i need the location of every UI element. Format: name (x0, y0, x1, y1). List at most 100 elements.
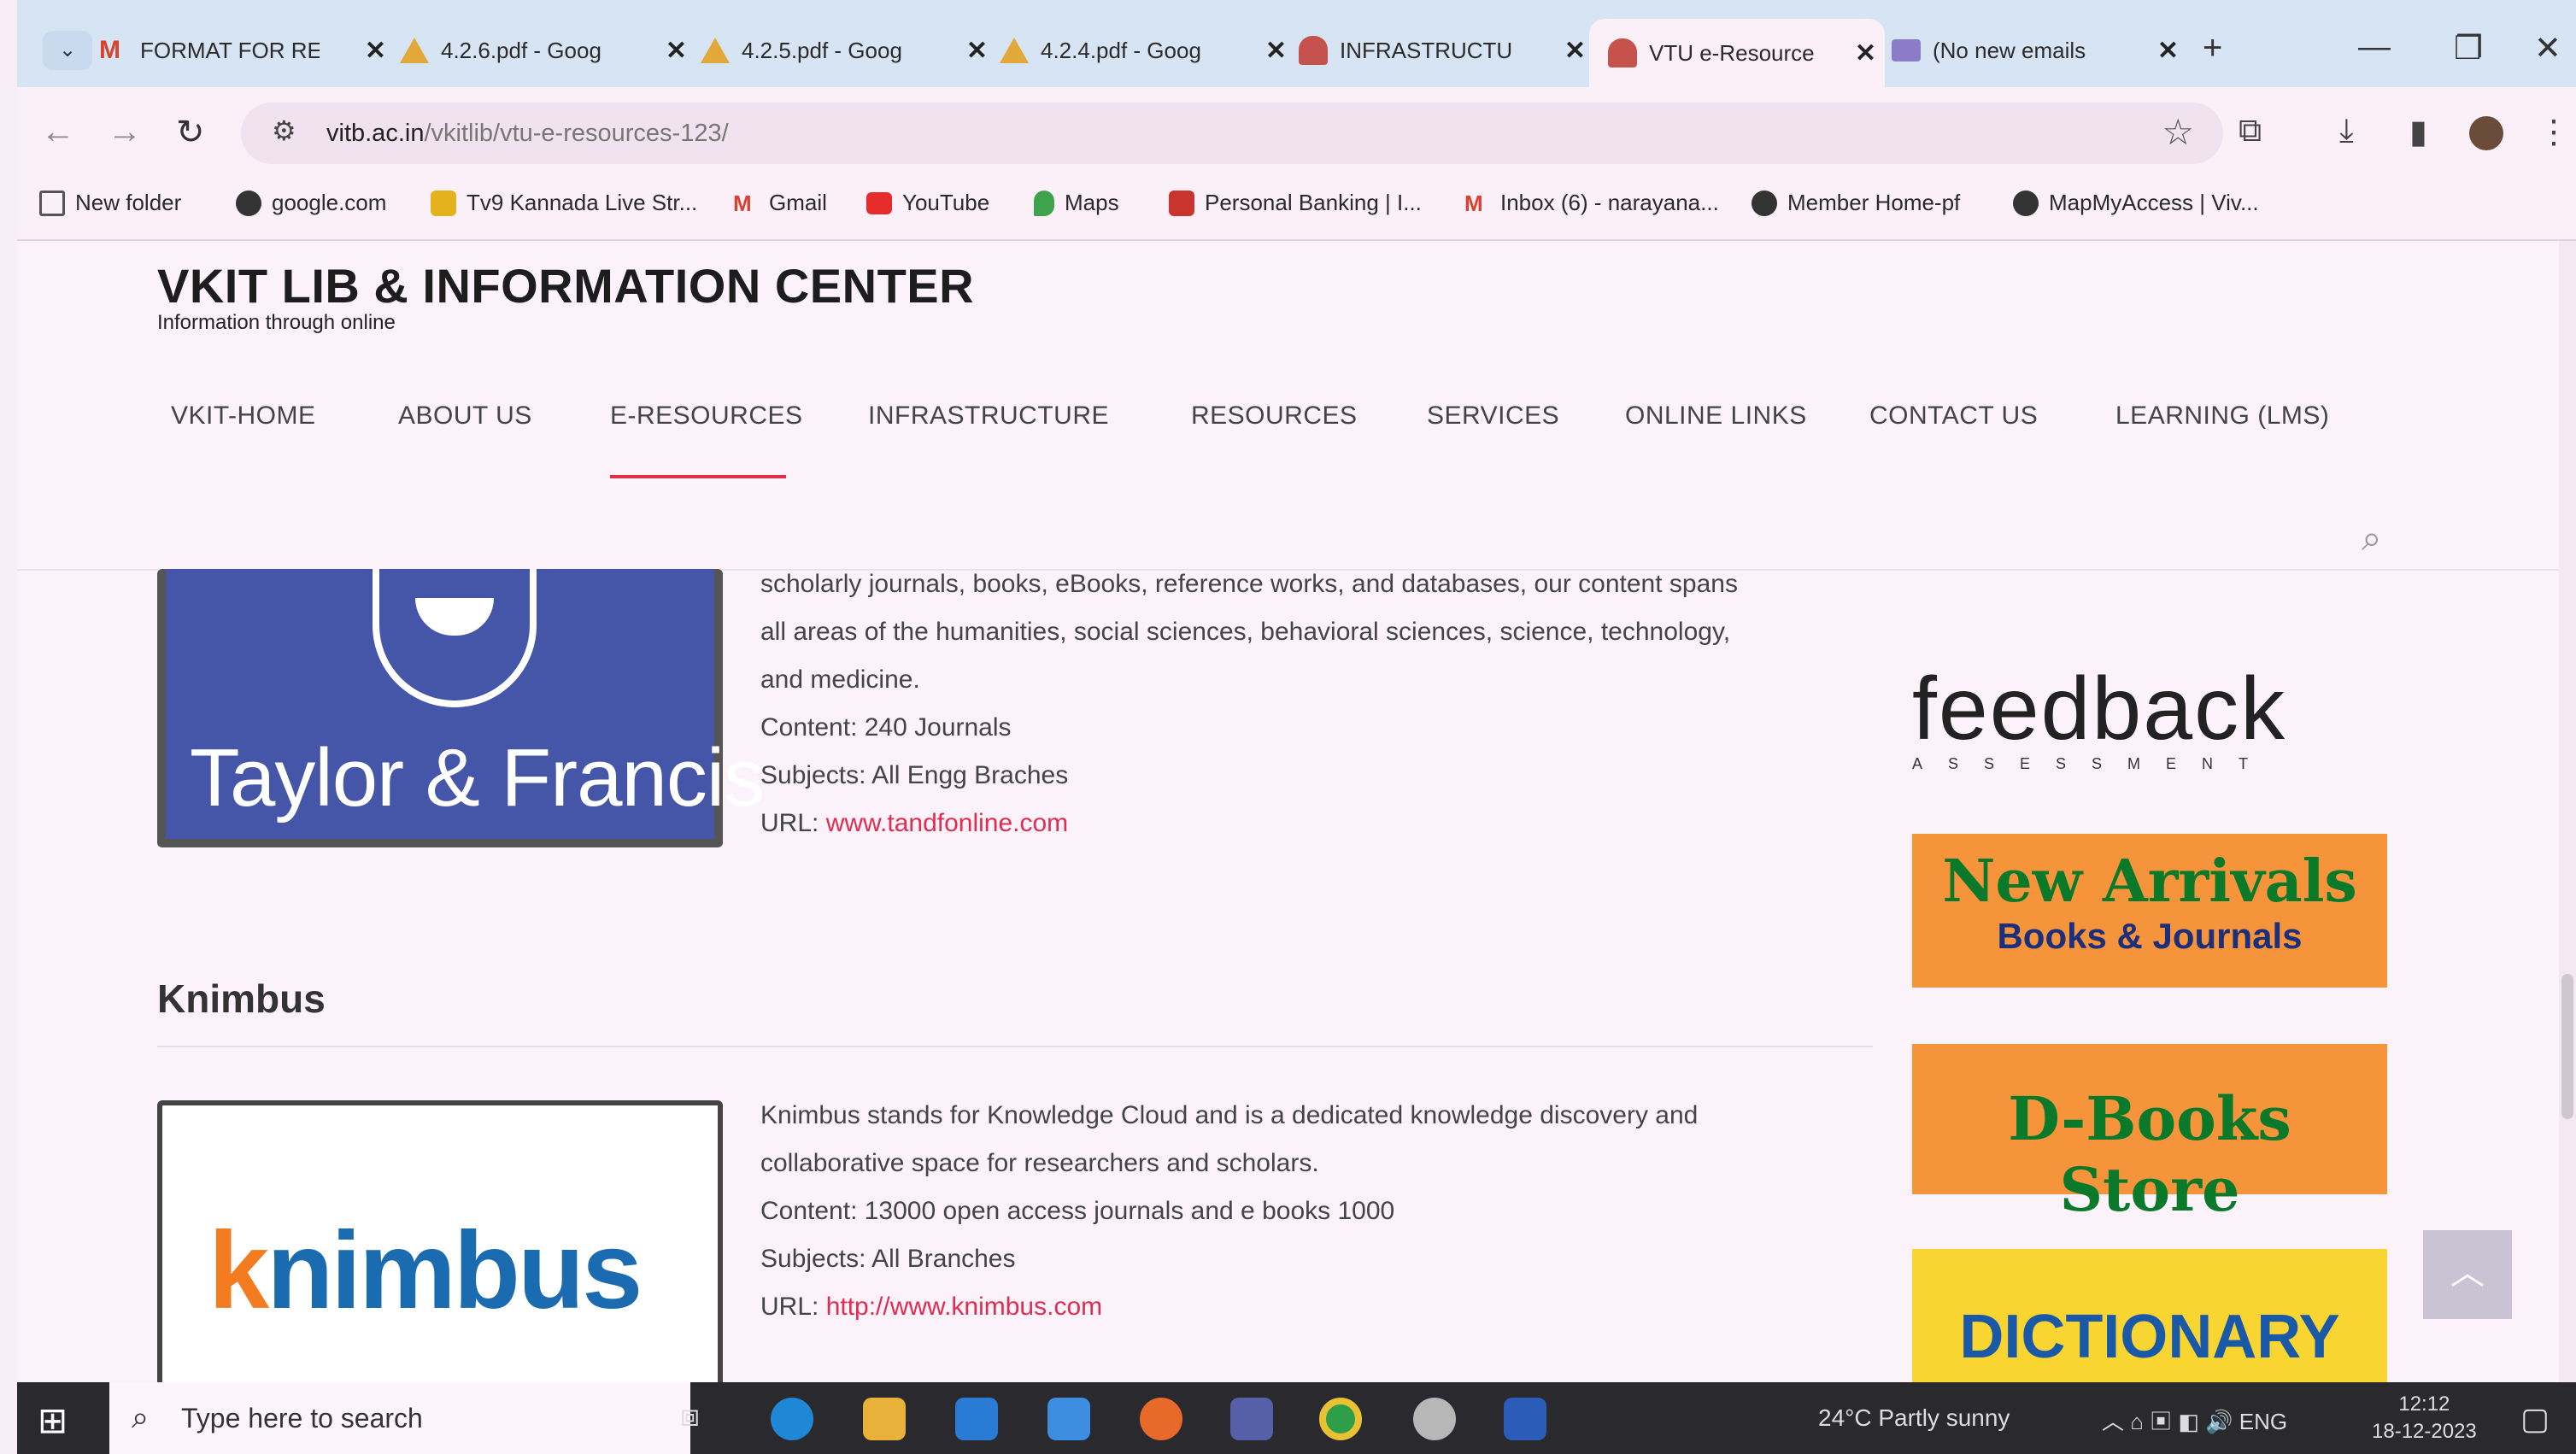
tab-strip: ⌄ M FORMAT FOR RE ✕ 4.2.6.pdf - Goog ✕ 4… (17, 0, 2576, 87)
menu-item-lms[interactable]: LEARNING (LMS) (2115, 402, 2329, 431)
bookmark-member-home[interactable]: Member Home-pf (1752, 190, 1960, 216)
tab-label: (No new emails (1933, 37, 2086, 63)
site-tagline: Information through online (157, 311, 396, 334)
menu-item-infrastructure[interactable]: INFRASTRUCTURE (868, 402, 1109, 431)
extensions-icon[interactable]: ⧉ (2239, 113, 2262, 150)
tab-label: 4.2.4.pdf - Goog (1041, 37, 1201, 63)
d-books-banner[interactable]: D-Books Store (1912, 1044, 2387, 1225)
bookmark-youtube[interactable]: YouTube (866, 190, 989, 216)
clock[interactable]: 12:12 18-12-2023 (2372, 1391, 2477, 1445)
menu-item-contact[interactable]: CONTACT US (1869, 402, 2038, 431)
bookmark-tv9[interactable]: Tv9 Kannada Live Str... (431, 190, 697, 216)
close-icon[interactable]: ✕ (966, 36, 988, 66)
scrollbar[interactable] (2559, 241, 2576, 1382)
windows-start-icon[interactable]: ⊞ (38, 1399, 67, 1441)
menu-item-online-links[interactable]: ONLINE LINKS (1625, 402, 1807, 431)
close-icon[interactable]: ✕ (1855, 38, 1876, 68)
reload-icon[interactable]: ↻ (176, 113, 205, 152)
bookmark-maps[interactable]: Maps (1034, 190, 1119, 216)
close-icon[interactable]: ✕ (1564, 36, 1586, 66)
chrome-icon[interactable] (1319, 1398, 1362, 1440)
store-icon[interactable] (955, 1398, 998, 1440)
logo-rest: nimbus (267, 1210, 643, 1332)
restore-button[interactable]: ❐ (2454, 29, 2483, 67)
tab-1[interactable]: 4.2.6.pdf - Goog ✕ (400, 24, 695, 77)
scrollbar-thumb[interactable] (2561, 974, 2573, 1119)
tab-3[interactable]: 4.2.4.pdf - Goog ✕ (1000, 24, 1295, 77)
bookmark-gmail[interactable]: M Gmail (733, 190, 827, 216)
url-text: vitb.ac.in/vkitlib/vtu-e-resources-123/ (326, 120, 729, 148)
tf-url-link[interactable]: www.tandfonline.com (826, 809, 1068, 837)
knimbus-url-link[interactable]: http://www.knimbus.com (826, 1293, 1102, 1321)
edge-icon[interactable] (771, 1398, 813, 1440)
language-indicator[interactable]: ENG (2239, 1409, 2287, 1434)
taylor-francis-logo[interactable]: Taylor & Francis (157, 569, 765, 847)
close-icon[interactable]: ✕ (365, 36, 386, 66)
app-icon[interactable] (1230, 1398, 1273, 1440)
browser-window: ⌄ M FORMAT FOR RE ✕ 4.2.6.pdf - Goog ✕ 4… (0, 0, 2576, 1454)
task-view-icon[interactable]: ⧈ (680, 1398, 723, 1440)
dictionary-banner[interactable]: DICTIONARY (1912, 1249, 2387, 1382)
back-icon[interactable]: ← (41, 113, 75, 151)
scroll-to-top-button[interactable]: ︿ (2423, 1230, 2512, 1319)
mail-icon[interactable] (1047, 1398, 1090, 1440)
close-icon[interactable]: ✕ (2157, 36, 2179, 66)
feedback-text: feedback (1912, 660, 2287, 759)
new-arrivals-banner[interactable]: New Arrivals Books & Journals (1912, 834, 2387, 988)
browser-toolbar: ← → ↻ ⚙ vitb.ac.in/vkitlib/vtu-e-resourc… (17, 87, 2576, 178)
address-bar[interactable]: ⚙ vitb.ac.in/vkitlib/vtu-e-resources-123… (241, 103, 2223, 164)
side-panel-icon[interactable]: ▮ (2409, 113, 2427, 151)
new-tab-button[interactable]: + (2203, 29, 2222, 67)
bookmark-personal-banking[interactable]: Personal Banking | I... (1169, 190, 1422, 216)
taskbar-search-box[interactable]: ⌕ Type here to search (109, 1382, 690, 1454)
tab-label: 4.2.6.pdf - Goog (441, 37, 601, 63)
tab-search-button[interactable]: ⌄ (43, 31, 92, 70)
menu-item-about[interactable]: ABOUT US (398, 402, 532, 431)
tab-2[interactable]: 4.2.5.pdf - Goog ✕ (701, 24, 996, 77)
bookmark-label: Personal Banking | I... (1205, 190, 1422, 215)
feedback-banner[interactable]: feedback ASSESSMENT (1912, 660, 2391, 772)
close-icon[interactable]: ✕ (666, 36, 687, 66)
tab-4[interactable]: INFRASTRUCTU ✕ (1299, 24, 1594, 77)
tab-5[interactable]: VTU e-Resource ✕ (1589, 19, 1885, 87)
bookmark-mapmyaccess[interactable]: MapMyAccess | Viv... (2013, 190, 2259, 216)
word-icon[interactable] (1504, 1398, 1546, 1440)
menu-item-home[interactable]: VKIT-HOME (171, 402, 316, 431)
file-explorer-icon[interactable] (863, 1398, 906, 1440)
menu-item-e-resources[interactable]: E-RESOURCES (610, 402, 803, 431)
download-icon[interactable]: ⤓ (2339, 113, 2354, 150)
tab-6[interactable]: (No new emails ✕ (1892, 24, 2187, 77)
forward-icon[interactable]: → (108, 113, 142, 151)
search-icon[interactable]: ⌕ (2362, 518, 2382, 560)
drive-icon (701, 38, 730, 63)
site-info-icon[interactable]: ⚙ (272, 114, 296, 147)
section-heading-knimbus: Knimbus (157, 976, 326, 1021)
bookmarks-bar: New folder google.com Tv9 Kannada Live S… (17, 178, 2576, 241)
bookmark-label: Inbox (6) - narayana... (1500, 190, 1719, 215)
firefox-icon[interactable] (1140, 1398, 1182, 1440)
menu-icon[interactable]: ⋮ (2538, 113, 2570, 151)
close-window-button[interactable]: ✕ (2534, 29, 2561, 67)
minimize-button[interactable]: — (2358, 29, 2391, 66)
knimbus-logo[interactable]: knimbus (157, 1100, 723, 1382)
site-title[interactable]: VKIT LIB & INFORMATION CENTER (157, 258, 974, 314)
bookmark-new-folder[interactable]: New folder (39, 190, 181, 216)
tab-0[interactable]: M FORMAT FOR RE ✕ (99, 24, 395, 77)
bookmark-label: Gmail (769, 190, 827, 215)
weather-widget[interactable]: 24°C Partly sunny (1818, 1404, 2010, 1432)
menu-item-resources[interactable]: RESOURCES (1191, 402, 1358, 431)
bookmark-google[interactable]: google.com (236, 190, 386, 216)
bookmark-star-icon[interactable]: ☆ (2162, 111, 2194, 153)
globe-icon (2013, 190, 2039, 216)
close-icon[interactable]: ✕ (1265, 36, 1287, 66)
gmail-icon: M (733, 190, 752, 216)
bookmark-inbox[interactable]: M Inbox (6) - narayana... (1464, 190, 1719, 216)
paint-icon[interactable] (1413, 1398, 1456, 1440)
tf-content: Content: 240 Journals (760, 713, 1012, 742)
menu-item-services[interactable]: SERVICES (1427, 402, 1559, 431)
notification-icon[interactable]: ▢ (2520, 1401, 2550, 1437)
system-tray[interactable]: ︿ ⌂ ▣ ◧ 🔊 ENG (2102, 1404, 2287, 1436)
avatar[interactable] (2469, 116, 2503, 150)
active-menu-underline (610, 475, 786, 478)
url-label: URL: (760, 1293, 826, 1321)
